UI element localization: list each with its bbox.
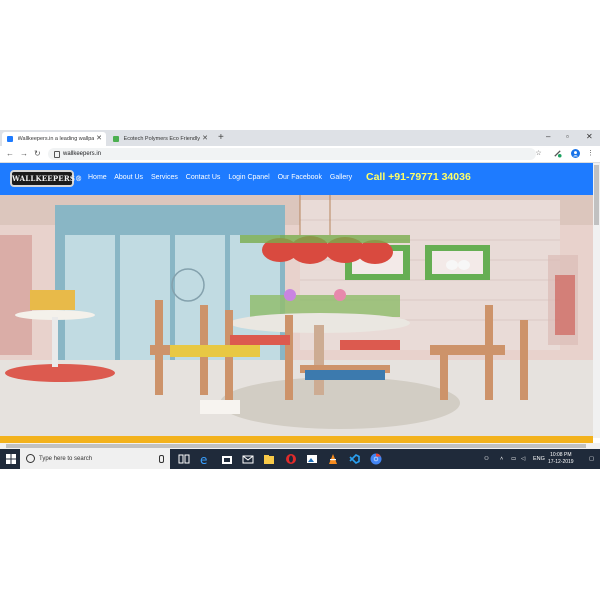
nav-home[interactable]: Home	[88, 174, 107, 181]
taskbar-search-box[interactable]: Type here to search	[20, 449, 170, 469]
chevron-up-icon[interactable]: ˄	[500, 449, 503, 469]
windows-start-icon[interactable]	[6, 454, 16, 464]
call-number: Call +91-79771 34036	[366, 171, 471, 183]
site-header: WALLKEEPERS® Home About Us Services Cont…	[0, 163, 593, 195]
nav-about-us[interactable]: About Us	[114, 174, 143, 181]
minimize-button[interactable]: –	[546, 131, 550, 143]
people-icon[interactable]: ⚇	[484, 449, 489, 469]
main-nav: Home About Us Services Contact Us Login …	[88, 174, 358, 181]
cortana-circle-icon	[26, 454, 35, 463]
close-tab-icon[interactable]: ✕	[202, 132, 208, 146]
notification-icon[interactable]: ▢	[589, 449, 594, 469]
tab-strip: Wallkeepers.in a leading wallpa ✕ Ecotec…	[0, 130, 600, 146]
horizontal-scroll-thumb[interactable]	[6, 444, 586, 448]
ecotech-favicon-icon	[113, 136, 119, 142]
profile-avatar-icon[interactable]	[571, 149, 580, 158]
maximize-button[interactable]: ▫	[566, 131, 569, 143]
chrome-icon[interactable]	[370, 453, 382, 465]
url-text: wallkeepers.in	[63, 151, 102, 157]
menu-kebab-icon[interactable]: ⋮	[586, 149, 595, 158]
nav-gallery[interactable]: Gallery	[330, 174, 352, 181]
wallkeepers-logo[interactable]: WALLKEEPERS®	[10, 170, 82, 187]
vertical-scroll-thumb[interactable]	[594, 165, 599, 225]
windows-taskbar: Type here to search e ⚇ ˄ ▭ ◁ ENG 10:08 …	[0, 449, 600, 469]
forward-arrow-icon[interactable]: →	[20, 148, 28, 160]
vertical-scrollbar[interactable]	[593, 163, 600, 438]
photos-icon[interactable]	[306, 453, 318, 465]
search-placeholder: Type here to search	[39, 456, 93, 462]
extension-icon[interactable]	[553, 149, 562, 158]
file-explorer-icon[interactable]	[263, 453, 275, 465]
hero-image	[0, 195, 593, 438]
screen: Wallkeepers.in a leading wallpa ✕ Ecotec…	[0, 130, 600, 469]
tab-wallkeepers[interactable]: Wallkeepers.in a leading wallpa ✕	[2, 132, 106, 146]
lock-icon	[54, 151, 60, 158]
network-icon[interactable]: ▭	[511, 449, 516, 469]
vscode-icon[interactable]	[348, 453, 360, 465]
nav-contact-us[interactable]: Contact Us	[186, 174, 221, 181]
close-window-button[interactable]: ✕	[586, 131, 593, 143]
tab-title: Wallkeepers.in a leading wallpa	[17, 136, 94, 142]
bookmark-star-icon[interactable]: ☆	[534, 149, 543, 158]
browser-toolbar: ← → ↻ wallkeepers.in ☆ ⋮	[0, 146, 600, 163]
reload-icon[interactable]: ↻	[34, 148, 41, 160]
vlc-icon[interactable]	[327, 453, 339, 465]
edge-icon[interactable]: e	[199, 453, 211, 465]
clock-date: 17-12-2019	[548, 459, 574, 465]
opera-icon[interactable]	[285, 453, 297, 465]
language-indicator[interactable]: ENG	[533, 449, 545, 469]
task-view-icon[interactable]	[178, 453, 190, 465]
close-tab-icon[interactable]: ✕	[96, 132, 102, 146]
nav-services[interactable]: Services	[151, 174, 178, 181]
back-arrow-icon[interactable]: ←	[6, 148, 14, 160]
mail-icon[interactable]	[242, 453, 254, 465]
clock-time: 10:08 PM	[550, 452, 572, 458]
hero-room-illustration	[0, 195, 593, 438]
store-icon[interactable]	[221, 453, 233, 465]
svg-text:e: e	[200, 453, 207, 465]
address-bar[interactable]: wallkeepers.in	[48, 148, 536, 160]
new-tab-button[interactable]: +	[218, 132, 224, 144]
nav-login-cpanel[interactable]: Login Cpanel	[228, 174, 269, 181]
tab-title: Ecotech Polymers Eco Friendly In	[123, 136, 200, 142]
volume-icon[interactable]: ◁	[521, 449, 525, 469]
microphone-icon[interactable]	[159, 455, 164, 463]
tab-ecotech[interactable]: Ecotech Polymers Eco Friendly In ✕	[108, 132, 212, 146]
nav-our-facebook[interactable]: Our Facebook	[278, 174, 322, 181]
taskbar-clock[interactable]: 10:08 PM 17-12-2019	[548, 452, 574, 466]
wallkeepers-favicon-icon	[7, 136, 13, 142]
